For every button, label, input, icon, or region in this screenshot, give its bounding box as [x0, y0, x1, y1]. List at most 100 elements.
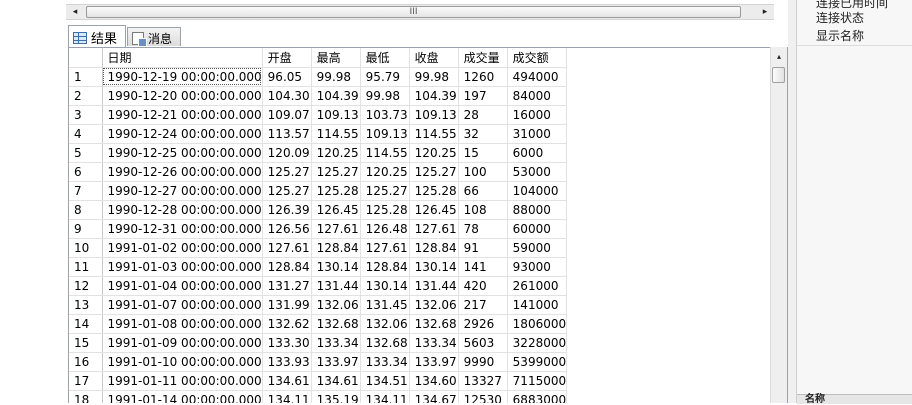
grid-cell[interactable]: 128.84: [311, 238, 361, 258]
grid-cell[interactable]: 1990-12-26 00:00:00.000: [102, 162, 263, 182]
row-number-cell[interactable]: 10: [69, 238, 103, 258]
grid-cell[interactable]: 125.27: [262, 181, 312, 201]
grid-cell[interactable]: 109.13: [360, 124, 410, 144]
grid-cell[interactable]: 420: [458, 276, 508, 296]
grid-cell[interactable]: 13327: [458, 371, 508, 391]
grid-cell[interactable]: 494000: [507, 67, 568, 87]
vertical-scroll-thumb[interactable]: [772, 67, 785, 83]
grid-cell[interactable]: 131.45: [360, 295, 410, 315]
grid-cell[interactable]: 133.97: [311, 352, 361, 372]
grid-cell[interactable]: 66: [458, 181, 508, 201]
grid-cell[interactable]: 1990-12-21 00:00:00.000: [102, 105, 263, 125]
row-number-cell[interactable]: 18: [69, 390, 103, 403]
row-number-cell[interactable]: 16: [69, 352, 103, 372]
grid-cell[interactable]: 125.28: [360, 200, 410, 220]
grid-cell[interactable]: 1991-01-10 00:00:00.000: [102, 352, 263, 372]
scroll-right-icon[interactable]: ▸: [758, 6, 772, 19]
grid-cell[interactable]: 104.39: [311, 86, 361, 106]
grid-cell[interactable]: 1990-12-24 00:00:00.000: [102, 124, 263, 144]
results-grid-pane[interactable]: 日期 开盘 最高 最低 收盘 成交量 成交额 1 1990-12-19 00:00:00.00…: [68, 47, 788, 403]
grid-cell[interactable]: 126.45: [311, 200, 361, 220]
grid-cell[interactable]: 1991-01-03 00:00:00.000: [102, 257, 263, 277]
pane-splitter[interactable]: [788, 0, 796, 403]
grid-cell[interactable]: 261000: [507, 276, 568, 296]
grid-cell[interactable]: 103.73: [360, 105, 410, 125]
grid-cell[interactable]: 114.55: [409, 124, 459, 144]
grid-cell[interactable]: 134.61: [262, 371, 312, 391]
grid-cell[interactable]: 135.19: [311, 390, 361, 403]
grid-cell[interactable]: 141: [458, 257, 508, 277]
column-header[interactable]: 最低: [360, 48, 410, 68]
grid-cell[interactable]: 99.98: [360, 86, 410, 106]
grid-cell[interactable]: 114.55: [360, 143, 410, 163]
grid-cell[interactable]: 120.25: [311, 143, 361, 163]
row-number-cell[interactable]: 9: [69, 219, 103, 239]
table-row[interactable]: 5 1990-12-25 00:00:00.000 120.09 120.25 114.…: [69, 143, 568, 163]
grid-cell[interactable]: 1806000: [507, 314, 568, 334]
grid-cell[interactable]: 7115000: [507, 371, 568, 391]
grid-cell[interactable]: 125.28: [409, 181, 459, 201]
grid-cell[interactable]: 3228000: [507, 333, 568, 353]
grid-cell[interactable]: 133.97: [409, 352, 459, 372]
grid-cell[interactable]: 132.68: [409, 314, 459, 334]
horizontal-scroll-thumb[interactable]: III: [86, 6, 741, 18]
grid-cell[interactable]: 197: [458, 86, 508, 106]
grid-cell[interactable]: 132.68: [360, 333, 410, 353]
grid-cell[interactable]: 5603: [458, 333, 508, 353]
grid-cell[interactable]: 125.28: [311, 181, 361, 201]
grid-cell[interactable]: 1990-12-27 00:00:00.000: [102, 181, 263, 201]
grid-cell[interactable]: 132.06: [360, 314, 410, 334]
grid-cell[interactable]: 125.27: [409, 162, 459, 182]
grid-cell[interactable]: 134.11: [360, 390, 410, 403]
grid-cell[interactable]: 134.61: [311, 371, 361, 391]
grid-cell[interactable]: 16000: [507, 105, 568, 125]
grid-cell[interactable]: 120.09: [262, 143, 312, 163]
grid-cell[interactable]: 127.61: [262, 238, 312, 258]
grid-cell[interactable]: 126.39: [262, 200, 312, 220]
row-number-cell[interactable]: 2: [69, 86, 103, 106]
grid-cell[interactable]: 12530: [458, 390, 508, 403]
grid-cell[interactable]: 127.61: [311, 219, 361, 239]
scroll-left-icon[interactable]: ◂: [68, 6, 82, 19]
grid-cell[interactable]: 133.34: [360, 352, 410, 372]
grid-cell[interactable]: 99.98: [311, 67, 361, 87]
grid-cell[interactable]: 131.44: [409, 276, 459, 296]
grid-cell[interactable]: 108: [458, 200, 508, 220]
grid-cell[interactable]: 130.14: [409, 257, 459, 277]
grid-cell[interactable]: 93000: [507, 257, 568, 277]
grid-cell[interactable]: 126.48: [360, 219, 410, 239]
grid-cell[interactable]: 131.27: [262, 276, 312, 296]
grid-cell[interactable]: 120.25: [360, 162, 410, 182]
grid-cell[interactable]: 1991-01-04 00:00:00.000: [102, 276, 263, 296]
vertical-scrollbar[interactable]: ▴: [770, 47, 787, 403]
grid-cell[interactable]: 133.34: [311, 333, 361, 353]
row-number-cell[interactable]: 17: [69, 371, 103, 391]
grid-cell[interactable]: 127.61: [409, 219, 459, 239]
grid-cell[interactable]: 28: [458, 105, 508, 125]
grid-cell[interactable]: 100: [458, 162, 508, 182]
grid-cell[interactable]: 134.51: [360, 371, 410, 391]
grid-cell[interactable]: 95.79: [360, 67, 410, 87]
grid-cell[interactable]: 109.07: [262, 105, 312, 125]
table-row[interactable]: 3 1990-12-21 00:00:00.000 109.07 109.13 103.…: [69, 105, 568, 125]
grid-cell[interactable]: 32: [458, 124, 508, 144]
grid-cell[interactable]: 132.62: [262, 314, 312, 334]
grid-cell[interactable]: 9990: [458, 352, 508, 372]
grid-cell[interactable]: 134.67: [409, 390, 459, 403]
row-number-cell[interactable]: 5: [69, 143, 103, 163]
table-row[interactable]: 2 1990-12-20 00:00:00.000 104.30 104.39 99.9…: [69, 86, 568, 106]
table-row[interactable]: 9 1990-12-31 00:00:00.000 126.56 127.61 126.…: [69, 219, 568, 239]
grid-cell[interactable]: 113.57: [262, 124, 312, 144]
table-row[interactable]: 14 1991-01-08 00:00:00.000 132.62 132.68 132…: [69, 314, 568, 334]
horizontal-scrollbar[interactable]: ◂ III ▸: [66, 4, 774, 20]
grid-cell[interactable]: 60000: [507, 219, 568, 239]
grid-cell[interactable]: 99.98: [409, 67, 459, 87]
grid-cell[interactable]: 134.60: [409, 371, 459, 391]
grid-cell[interactable]: 1260: [458, 67, 508, 87]
grid-cell[interactable]: 96.05: [262, 67, 312, 87]
grid-cell[interactable]: 6883000: [507, 390, 568, 403]
grid-cell[interactable]: 104000: [507, 181, 568, 201]
grid-cell[interactable]: 128.84: [409, 238, 459, 258]
grid-cell[interactable]: 88000: [507, 200, 568, 220]
row-number-cell[interactable]: 12: [69, 276, 103, 296]
